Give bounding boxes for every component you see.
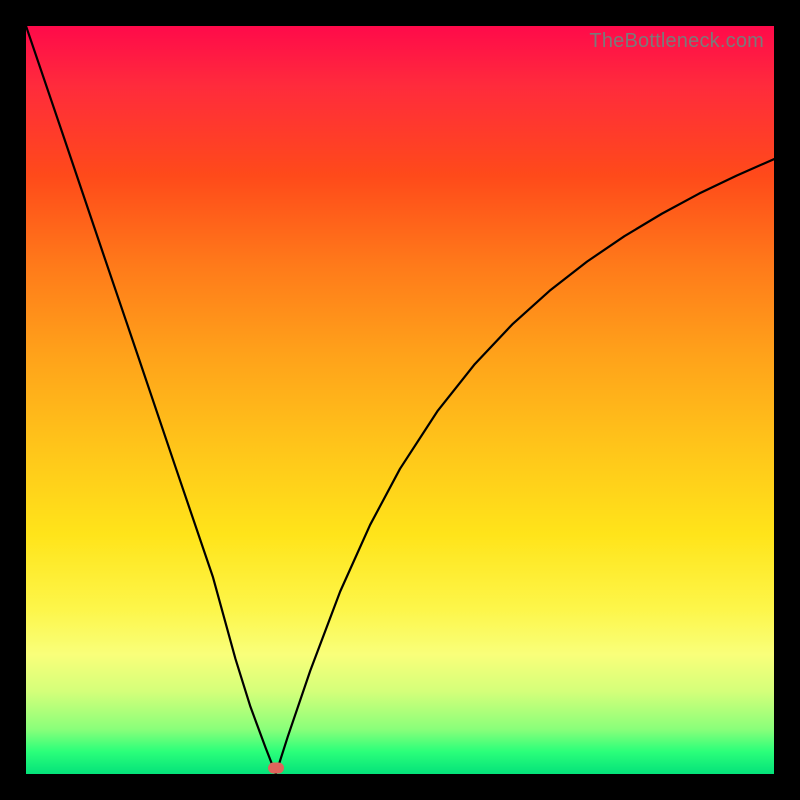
bottleneck-curve — [26, 26, 774, 774]
minimum-marker — [268, 763, 284, 774]
curve-svg — [26, 26, 774, 774]
plot-area: TheBottleneck.com — [26, 26, 774, 774]
chart-frame: TheBottleneck.com — [0, 0, 800, 800]
